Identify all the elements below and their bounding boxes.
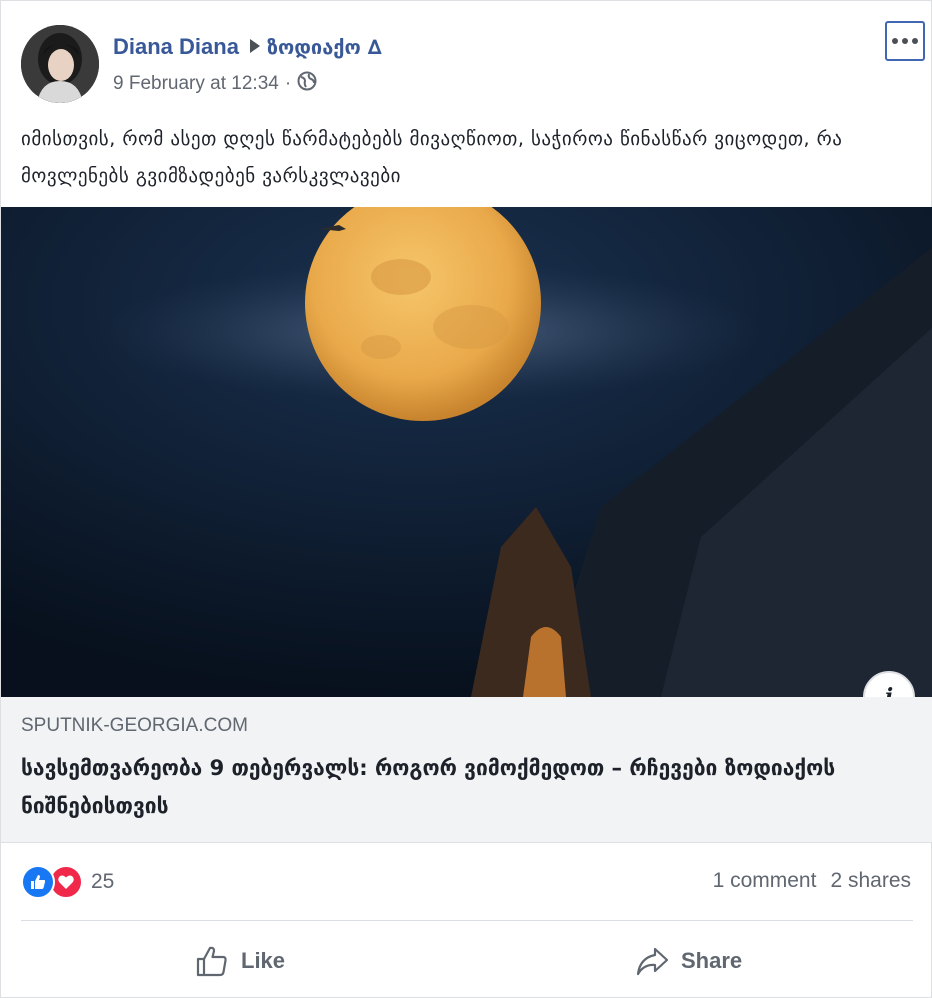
post-options-button[interactable] — [885, 21, 925, 61]
group-name-link[interactable]: ზოდიაქო ∆ — [267, 33, 382, 61]
post-timestamp-link[interactable]: 9 February at 12:34 — [113, 73, 279, 95]
post-header-title: Diana Diana ზოდიაქო ∆ — [113, 33, 382, 61]
caret-right-icon — [249, 33, 261, 61]
share-arrow-icon — [636, 947, 669, 976]
post-meta: 9 February at 12:34 · — [113, 71, 317, 97]
link-preview-image[interactable] — [1, 207, 932, 697]
globe-icon[interactable] — [297, 71, 317, 97]
like-button[interactable]: Like — [195, 939, 285, 983]
avatar-photo — [21, 25, 99, 103]
share-button-label: Share — [681, 948, 743, 973]
link-preview-card[interactable]: SPUTNIK-GEORGIA.COM სავსემთვარეობა 9 თებ… — [1, 697, 932, 843]
share-button[interactable]: Share — [635, 939, 742, 983]
full-moon-photo — [1, 207, 932, 697]
actions-divider — [21, 920, 913, 921]
author-name-link[interactable]: Diana Diana — [113, 33, 239, 61]
link-domain: SPUTNIK-GEORGIA.COM — [21, 715, 248, 736]
more-dot-icon — [892, 38, 898, 44]
like-reaction-icon — [21, 865, 55, 899]
more-dot-icon — [902, 38, 908, 44]
post-body-text: იმისთვის, რომ ასეთ დღეს წარმატებებს მივა… — [21, 128, 843, 187]
like-button-label: Like — [241, 948, 286, 973]
engagement-stats: 1 comment 2 shares — [713, 869, 911, 893]
link-title[interactable]: სავსემთვარეობა 9 თებერვალს: როგორ ვიმოქმ… — [21, 749, 841, 825]
more-dot-icon — [912, 38, 918, 44]
feed-post: Diana Diana ზოდიაქო ∆ 9 February at 12:3… — [0, 0, 932, 998]
reactions-count: 25 — [91, 870, 115, 893]
meta-separator: · — [284, 73, 292, 94]
shares-count-link[interactable]: 2 shares — [830, 869, 911, 893]
thumbs-up-icon — [196, 946, 227, 977]
reactions-summary[interactable]: 25 — [21, 865, 114, 899]
author-avatar[interactable] — [21, 25, 99, 103]
comments-count-link[interactable]: 1 comment — [713, 869, 817, 893]
